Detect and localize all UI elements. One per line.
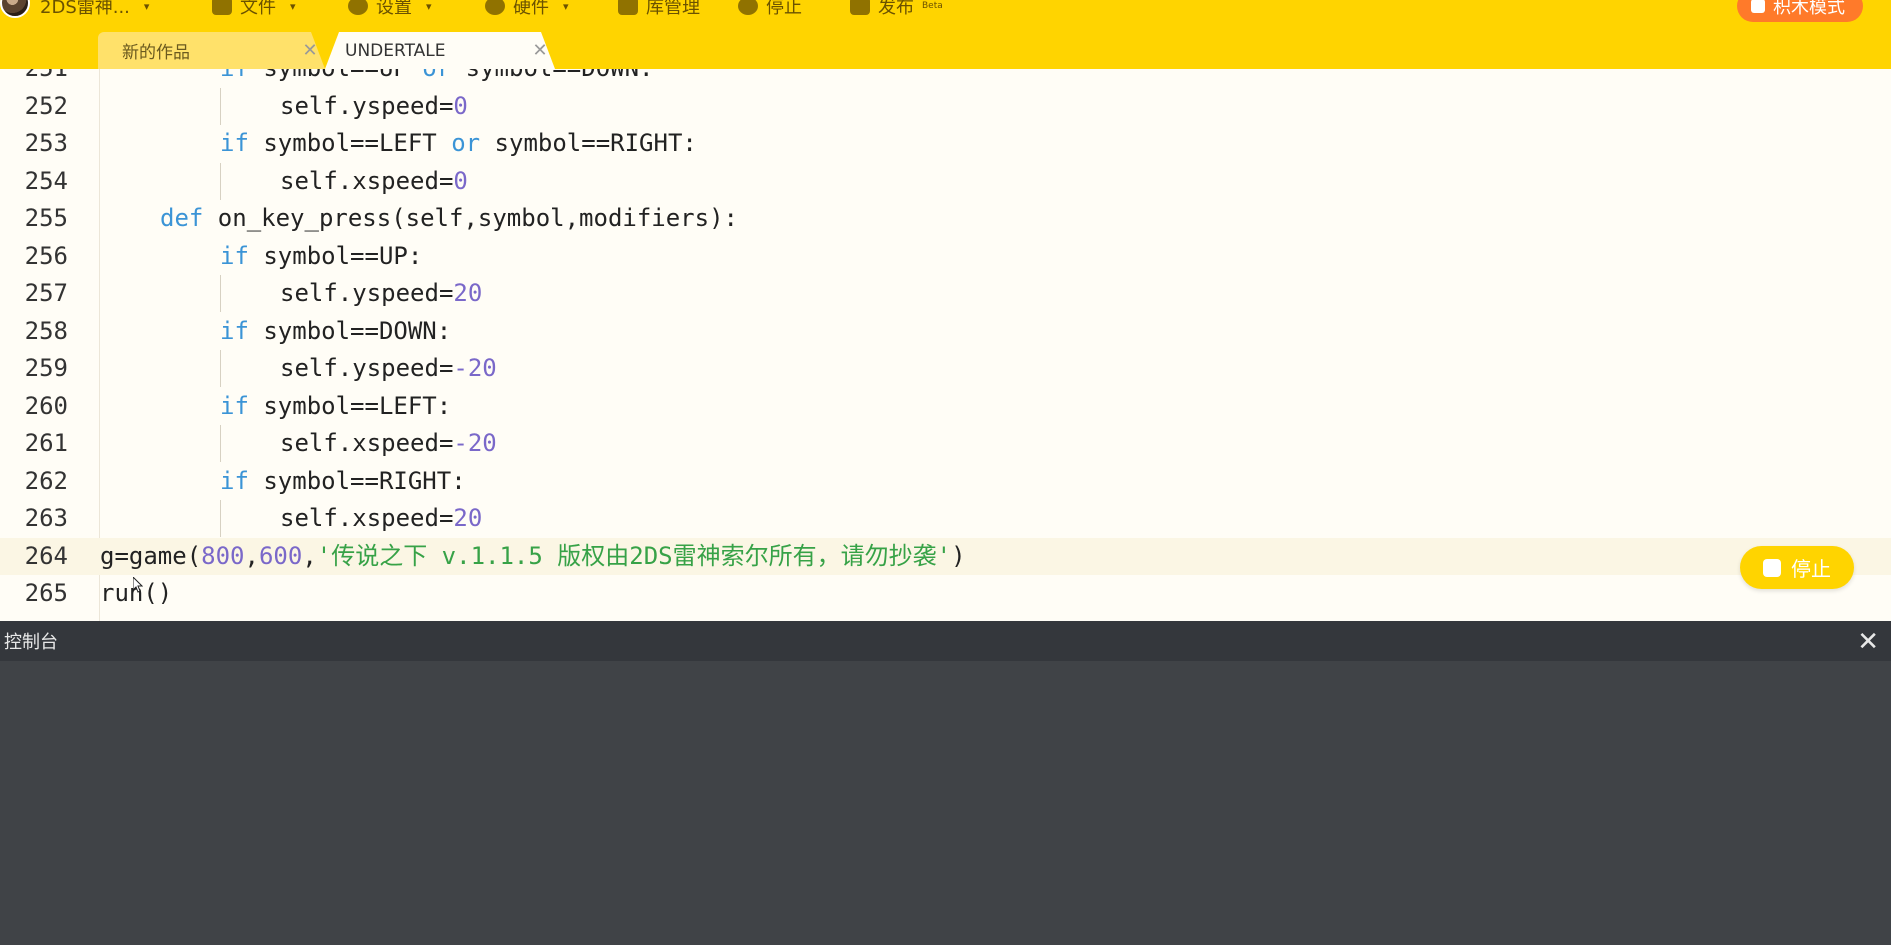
code-line: 252 self.yspeed=0 [0, 87, 1891, 125]
line-number: 254 [24, 166, 68, 195]
hardware-icon [485, 0, 505, 15]
code-line: 261 self.xspeed=-20 [0, 425, 1891, 462]
indent-guide [220, 87, 221, 125]
close-icon[interactable]: ✕ [525, 40, 555, 61]
stop-button-label: 停止 [1791, 557, 1831, 581]
code-line: 260 if symbol==LEFT: [0, 388, 1891, 425]
line-number: 252 [24, 91, 68, 120]
code-text: self.yspeed=0 [280, 91, 468, 120]
library-icon [618, 0, 638, 15]
blocks-icon [1751, 0, 1765, 13]
menu-publish-label: 发布 [878, 0, 914, 18]
code-line: 263 self.xspeed=20 [0, 500, 1891, 537]
line-number: 255 [24, 204, 68, 232]
line-number: 263 [24, 504, 68, 532]
line-number: 258 [24, 316, 68, 345]
indent-guide [220, 425, 221, 462]
close-icon[interactable]: ✕ [1857, 627, 1879, 657]
tab-label: 新的作品 [122, 43, 190, 63]
code-text: g=game(800,600,'传说之下 v.1.1.5 版权由2DS雷神索尔所… [100, 541, 966, 570]
code-text: def on_key_press(self,symbol,modifiers): [160, 204, 738, 232]
code-text: self.yspeed=-20 [280, 354, 497, 382]
block-mode-button[interactable]: 积木模式 [1737, 0, 1863, 22]
code-text: if symbol==LEFT: [220, 391, 452, 420]
code-line: 258 if symbol==DOWN: [0, 313, 1891, 350]
code-line: 257 self.yspeed=20 [0, 275, 1891, 312]
code-text: if symbol==DOWN: [220, 316, 452, 345]
folder-icon [212, 0, 232, 15]
line-number: 251 [0, 69, 68, 87]
line-number: 257 [24, 279, 68, 307]
menu-stop[interactable]: 停止 [738, 0, 802, 18]
line-number: 265 [24, 579, 68, 607]
mouse-cursor-icon [133, 577, 143, 593]
menu-settings[interactable]: 设置 ▾ [348, 0, 432, 18]
line-number: 264 [24, 541, 68, 570]
menu-library[interactable]: 库管理 [618, 0, 700, 18]
tab-label: UNDERTALE [345, 40, 446, 61]
menu-settings-label: 设置 [376, 0, 412, 18]
line-number: 259 [24, 354, 68, 382]
code-line: 262 if symbol==RIGHT: [0, 463, 1891, 500]
line-number: 262 [24, 466, 68, 495]
console-header: 控制台 ✕ [0, 621, 1891, 661]
code-line: 251 if symbol==UP or symbol==DOWN: [0, 69, 1891, 87]
code-line: 259 self.yspeed=-20 [0, 350, 1891, 387]
code-text: self.xspeed=-20 [280, 429, 497, 457]
menu-publish[interactable]: 发布 Beta [850, 0, 943, 18]
avatar[interactable] [0, 0, 30, 18]
stop-icon [738, 0, 758, 15]
gear-icon [348, 0, 368, 15]
code-text: if symbol==LEFT or symbol==RIGHT: [220, 129, 697, 157]
line-number: 253 [24, 129, 68, 157]
menu-file-label: 文件 [240, 0, 276, 18]
menu-hardware[interactable]: 硬件 ▾ [485, 0, 569, 18]
menu-library-label: 库管理 [646, 0, 700, 18]
console-output [0, 661, 1891, 945]
menu-stop-label: 停止 [766, 0, 802, 18]
indent-guide [220, 500, 221, 537]
tab-undertale[interactable]: UNDERTALE ✕ [325, 32, 555, 69]
code-text: if symbol==UP: [220, 241, 423, 270]
block-mode-label: 积木模式 [1773, 0, 1845, 18]
user-name: 2DS雷神... [40, 0, 130, 18]
top-toolbar: 2DS雷神... ▾ 文件 ▾ 设置 ▾ 硬件 ▾ 库管理 停止 发布 Beta … [0, 0, 1891, 30]
code-text: self.yspeed=20 [280, 279, 483, 307]
beta-badge: Beta [922, 1, 943, 11]
code-text: if symbol==RIGHT: [220, 466, 466, 495]
line-number: 260 [24, 391, 68, 420]
code-line: 264 g=game(800,600,'传说之下 v.1.1.5 版权由2DS雷神… [0, 537, 1891, 575]
code-text: self.xspeed=0 [280, 166, 468, 195]
stop-button[interactable]: 停止 [1740, 546, 1854, 589]
chevron-down-icon: ▾ [143, 0, 150, 13]
stop-icon [1763, 558, 1781, 577]
code-line: 254 self.xspeed=0 [0, 162, 1891, 200]
close-icon[interactable]: ✕ [295, 40, 325, 61]
code-editor[interactable]: 251 if symbol==UP or symbol==DOWN: 252 self… [0, 69, 1891, 621]
tab-new-work[interactable]: 新的作品 ✕ [98, 32, 325, 69]
chevron-down-icon: ▾ [563, 0, 569, 13]
publish-icon [850, 0, 870, 15]
user-menu[interactable]: 2DS雷神... ▾ [40, 0, 150, 18]
code-line: 265 run() [0, 575, 1891, 612]
code-line: 256 if symbol==UP: [0, 238, 1891, 275]
chevron-down-icon: ▾ [290, 0, 296, 13]
code-line: 253 if symbol==LEFT or symbol==RIGHT: [0, 125, 1891, 162]
code-text: if symbol==UP or symbol==DOWN: [220, 69, 654, 87]
line-number: 256 [24, 241, 68, 270]
menu-hardware-label: 硬件 [513, 0, 549, 18]
menu-file[interactable]: 文件 ▾ [212, 0, 296, 18]
chevron-down-icon: ▾ [426, 0, 432, 13]
indent-guide [220, 350, 221, 387]
tab-bar: 新的作品 ✕ UNDERTALE ✕ [0, 30, 1891, 69]
console-title: 控制台 [4, 632, 58, 653]
line-number: 261 [24, 429, 68, 457]
code-text: self.xspeed=20 [280, 504, 483, 532]
code-line: 255 def on_key_press(self,symbol,modifier… [0, 200, 1891, 237]
indent-guide [220, 162, 221, 200]
indent-guide [220, 275, 221, 312]
